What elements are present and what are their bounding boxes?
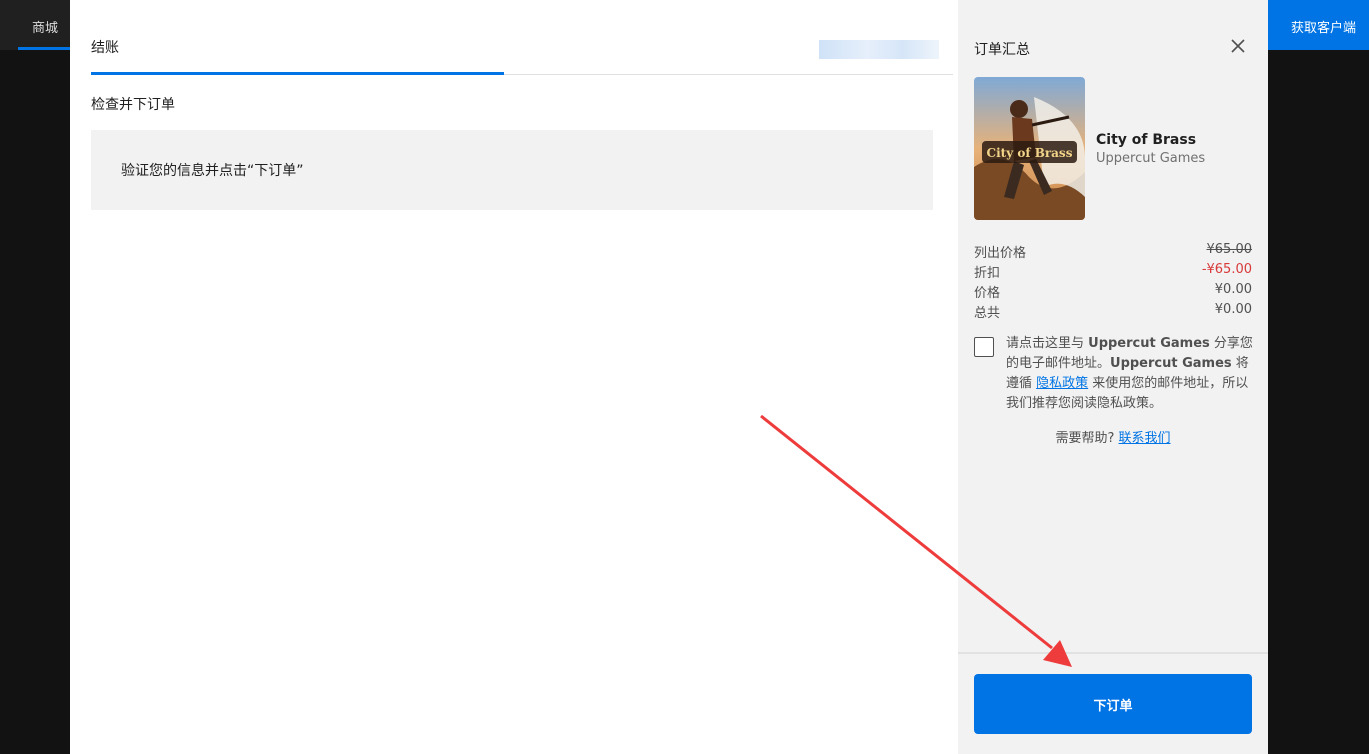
- account-blurred: [819, 40, 939, 59]
- consent-publisher-2: Uppercut Games: [1110, 356, 1232, 371]
- discount-value: -¥65.00: [1201, 262, 1252, 277]
- total-row: 总共 ¥0.00: [974, 302, 1252, 321]
- get-client-button[interactable]: 获取客户端: [1268, 0, 1369, 50]
- tab-active-indicator: [91, 72, 504, 75]
- share-email-text: 请点击这里与 Uppercut Games 分享您的电子邮件地址。Uppercu…: [1006, 334, 1254, 414]
- checkout-panel: 结账 检查并下订单 验证您的信息并点击“下订单”: [70, 0, 958, 754]
- total-label: 总共: [974, 306, 1001, 321]
- help-text: 需要帮助?: [1055, 431, 1119, 446]
- product-thumbnail: City of Brass: [974, 77, 1085, 220]
- help-line: 需要帮助? 联系我们: [958, 427, 1268, 446]
- discount-label: 折扣: [974, 266, 1001, 281]
- privacy-policy-link[interactable]: 隐私政策: [1036, 376, 1088, 391]
- place-order-button[interactable]: 下订单: [974, 674, 1252, 734]
- price-label: 价格: [974, 286, 1001, 301]
- nav-store[interactable]: 商城: [32, 17, 58, 36]
- get-client-label: 获取客户端: [1291, 21, 1357, 36]
- list-price-label: 列出价格: [974, 246, 1027, 261]
- total-value: ¥0.00: [1214, 302, 1252, 317]
- order-summary-panel: 订单汇总 City of Brass City of Brass Uppercu…: [958, 0, 1268, 754]
- consent-publisher: Uppercut Games: [1088, 336, 1210, 351]
- verify-notice: 验证您的信息并点击“下订单”: [91, 130, 933, 210]
- discount-row: 折扣 -¥65.00: [974, 262, 1252, 281]
- product-publisher: Uppercut Games: [1096, 151, 1206, 166]
- order-summary-title: 订单汇总: [974, 42, 1030, 58]
- product-name: City of Brass: [1096, 132, 1197, 148]
- price-value: ¥0.00: [1214, 282, 1252, 297]
- footer-divider: [958, 652, 1268, 654]
- close-button[interactable]: [1228, 36, 1248, 56]
- list-price-value: ¥65.00: [1206, 242, 1253, 257]
- share-email-checkbox[interactable]: [974, 337, 994, 357]
- checkout-modal: 结账 检查并下订单 验证您的信息并点击“下订单” 订单汇总 City of Br…: [70, 0, 1268, 754]
- list-price-row: 列出价格 ¥65.00: [974, 242, 1253, 261]
- price-row: 价格 ¥0.00: [974, 282, 1252, 301]
- tab-checkout[interactable]: 结账: [91, 37, 119, 57]
- verify-notice-text: 验证您的信息并点击“下订单”: [121, 163, 304, 179]
- nav-store-underline: [18, 47, 70, 50]
- section-title: 检查并下订单: [91, 97, 175, 113]
- close-icon: [1231, 39, 1245, 53]
- product-art-title: City of Brass: [987, 146, 1073, 160]
- consent-text-1: 请点击这里与: [1006, 336, 1089, 351]
- contact-us-link[interactable]: 联系我们: [1119, 431, 1171, 446]
